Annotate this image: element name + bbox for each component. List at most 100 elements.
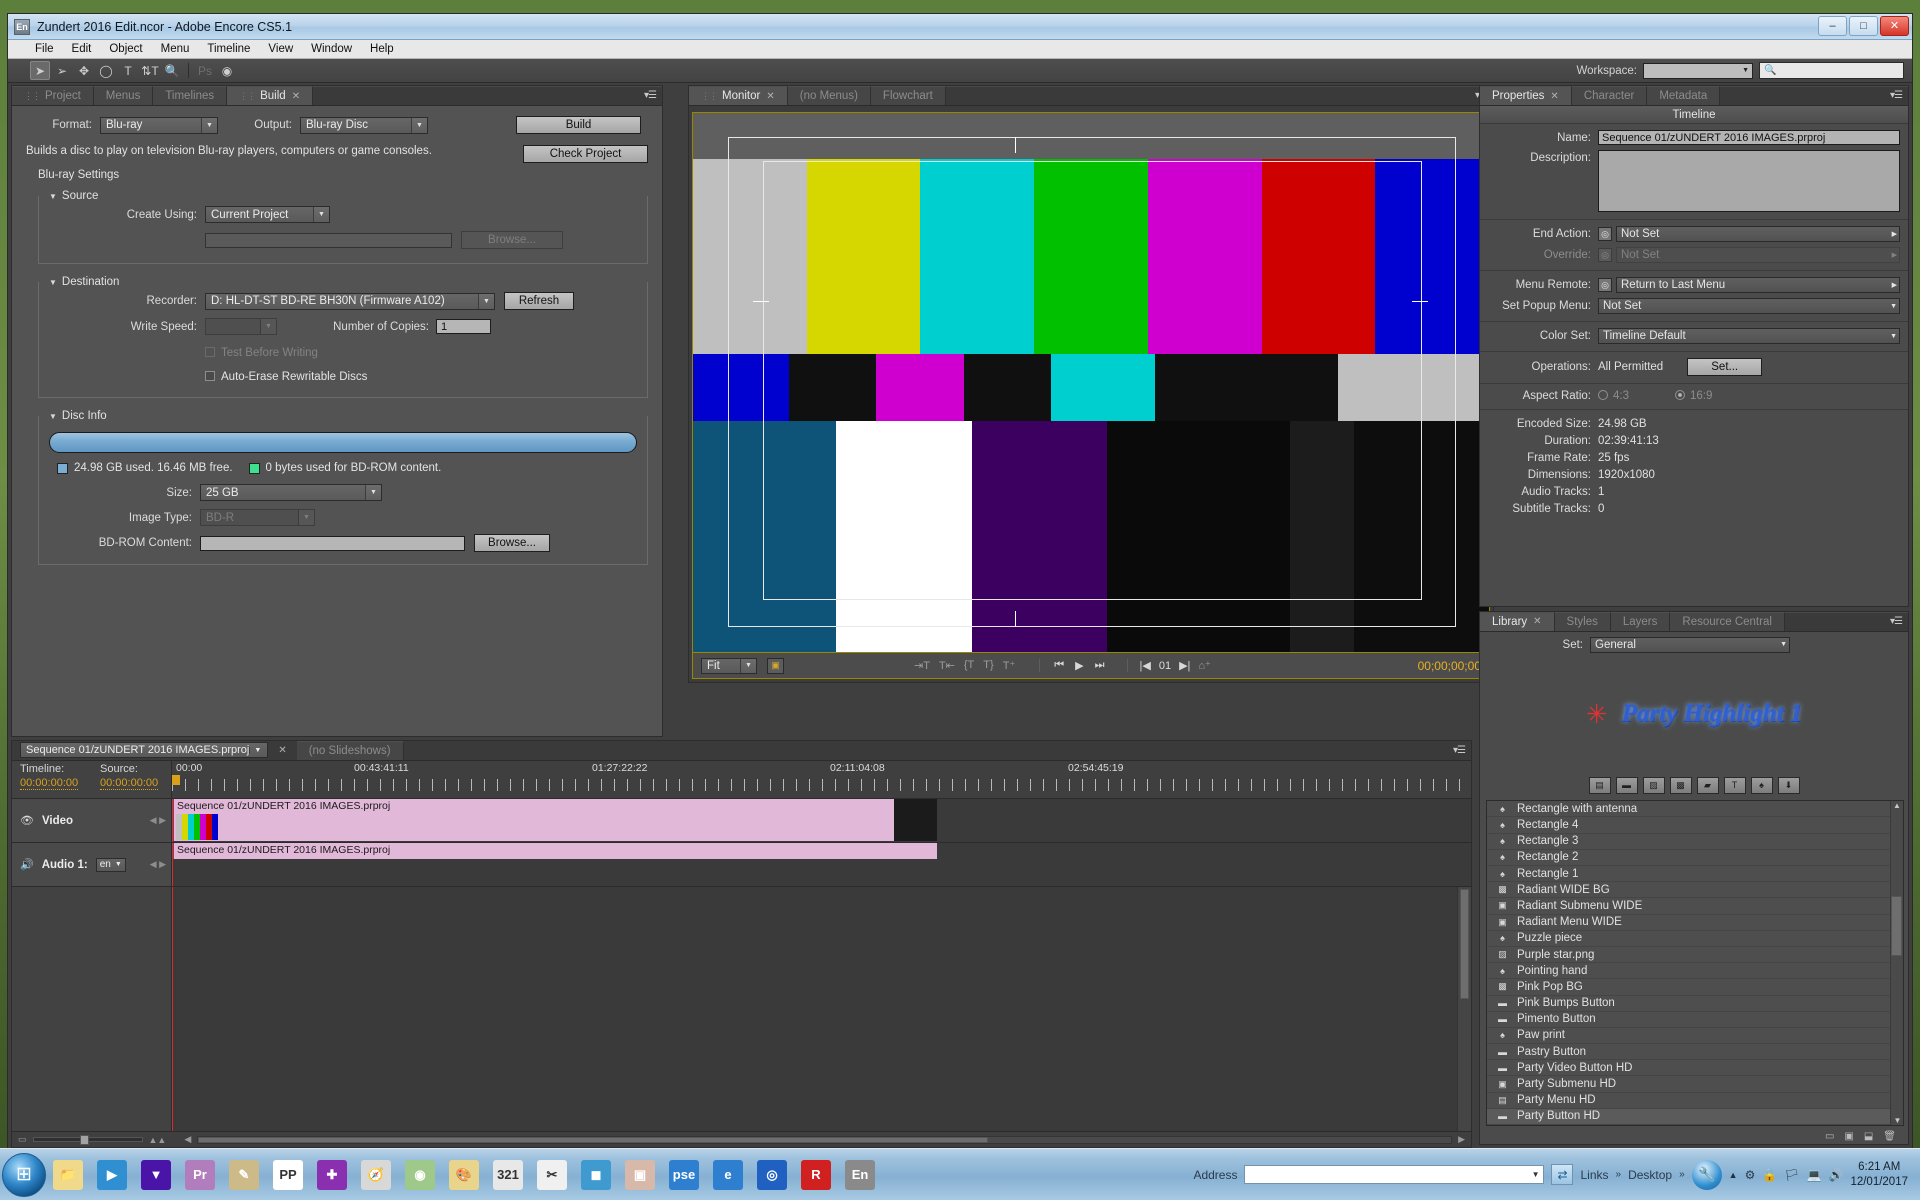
- step-forward-icon[interactable]: ⏭: [1095, 659, 1105, 672]
- menu-view[interactable]: View: [259, 41, 302, 57]
- taskbar-disc-app-button[interactable]: ◉: [398, 1153, 442, 1197]
- chapter-prev-icon[interactable]: |◀: [1140, 659, 1151, 672]
- links-chevron-icon[interactable]: »: [1616, 1169, 1622, 1180]
- background-icon[interactable]: ▩: [1669, 776, 1692, 794]
- menu-file[interactable]: File: [26, 41, 63, 57]
- tab-menus[interactable]: Menus: [93, 86, 154, 105]
- menu-remote-select[interactable]: Return to Last Menu ▶: [1616, 277, 1900, 293]
- panel-menu-icon[interactable]: ▾☰: [644, 90, 657, 101]
- start-button[interactable]: ⊞: [2, 1152, 46, 1197]
- library-list-item[interactable]: ♠ Rectangle 1: [1487, 866, 1903, 883]
- security-tray-icon[interactable]: 🔒: [1762, 1168, 1777, 1182]
- links-label[interactable]: Links: [1580, 1168, 1608, 1182]
- taskbar-camera-app-button[interactable]: ◎: [750, 1153, 794, 1197]
- library-list-item[interactable]: ▣ Radiant Menu WIDE: [1487, 915, 1903, 931]
- menu-timeline[interactable]: Timeline: [198, 41, 259, 57]
- menu-window[interactable]: Window: [302, 41, 361, 57]
- taskbar-film-app-button[interactable]: ◼: [574, 1153, 618, 1197]
- new-item-icon[interactable]: ▣: [1844, 1131, 1853, 1142]
- hscroll-left-icon[interactable]: ◀: [184, 1134, 191, 1145]
- taskbar-video-321-app-button[interactable]: 321: [486, 1153, 530, 1197]
- library-list-item[interactable]: ♠ Rectangle 4: [1487, 817, 1903, 834]
- set-popup-select[interactable]: Not Set ▼: [1598, 298, 1900, 314]
- color-set-select[interactable]: Timeline Default ▼: [1598, 328, 1900, 344]
- taskbar-palette-app-button[interactable]: 🎨: [442, 1153, 486, 1197]
- create-using-select[interactable]: Current Project ▼: [205, 206, 330, 223]
- close-icon[interactable]: ✕: [292, 91, 300, 102]
- timeline-tab-close-icon[interactable]: ✕: [268, 741, 296, 760]
- size-select[interactable]: 25 GB ▼: [200, 484, 382, 501]
- library-list-item[interactable]: ♠ Rectangle 3: [1487, 834, 1903, 850]
- taskbar-premiere-pro-button[interactable]: Pr: [178, 1153, 222, 1197]
- tab-metadata[interactable]: Metadata: [1647, 86, 1721, 105]
- hscroll-right-icon[interactable]: ▶: [1458, 1134, 1465, 1145]
- library-scroll-thumb[interactable]: [1891, 896, 1902, 957]
- library-list-item[interactable]: ▩ Radiant WIDE BG: [1487, 882, 1903, 899]
- tab-library[interactable]: Library ✕: [1480, 611, 1555, 631]
- library-list-item[interactable]: ♠ Puzzle piece: [1487, 931, 1903, 947]
- taskbar-photoshop-elements-button[interactable]: pse: [662, 1153, 706, 1197]
- taskbar-download-app-button[interactable]: ▼: [134, 1153, 178, 1197]
- tab-no-menus[interactable]: (no Menus): [787, 86, 871, 105]
- taskbar-plus-app-button[interactable]: ✚: [310, 1153, 354, 1197]
- hscroll-thumb[interactable]: [198, 1136, 989, 1143]
- timeline-vertical-scrollbar[interactable]: [1457, 887, 1471, 1131]
- taskbar-encore-app-button[interactable]: En: [838, 1153, 882, 1197]
- timeline-ruler[interactable]: 00:00 00:43:41:11 01:27:22:22 02:11:04:0…: [172, 761, 1471, 798]
- subtitle-prev-icon[interactable]: ⇥T: [914, 659, 930, 672]
- taskbar-explorer-e-button[interactable]: e: [706, 1153, 750, 1197]
- name-input[interactable]: Sequence 01/zUNDERT 2016 IMAGES.prproj: [1598, 130, 1900, 145]
- safe-margins-icon[interactable]: ▣: [767, 657, 784, 674]
- tab-properties[interactable]: Properties ✕: [1480, 86, 1572, 105]
- step-back-icon[interactable]: ⏮: [1054, 659, 1064, 672]
- video-track-header[interactable]: 👁 Video ◀ ▶: [12, 799, 172, 842]
- new-menu-icon[interactable]: ▭: [1825, 1131, 1834, 1142]
- timeline-horizontal-scrollbar[interactable]: [197, 1135, 1453, 1144]
- library-list-item[interactable]: ▣ Party Submenu HD: [1487, 1076, 1903, 1093]
- library-list-item[interactable]: ▬ Pastry Button: [1487, 1044, 1903, 1061]
- audio-track-header[interactable]: 🔊 Audio 1: en ▼ ◀ ▶: [12, 843, 172, 886]
- refresh-button[interactable]: Refresh: [504, 292, 574, 310]
- close-icon[interactable]: ✕: [1550, 91, 1558, 102]
- menu-menu[interactable]: Menu: [152, 41, 199, 57]
- source-path-input[interactable]: [205, 232, 452, 248]
- arrow-select-icon[interactable]: ➤: [30, 61, 50, 80]
- tab-build[interactable]: ⋮⋮ Build ✕: [227, 86, 314, 105]
- zoom-slider-thumb[interactable]: [79, 1135, 89, 1145]
- library-scrollbar[interactable]: ▲ ▼: [1890, 801, 1903, 1125]
- playhead-marker[interactable]: [172, 775, 180, 785]
- library-list-item[interactable]: ♠ Rectangle with antenna: [1487, 801, 1903, 818]
- library-list-item[interactable]: ▬ Pimento Button: [1487, 1012, 1903, 1028]
- taskbar-r-app-button[interactable]: R: [794, 1153, 838, 1197]
- track-nav-arrows[interactable]: ◀ ▶: [150, 859, 171, 870]
- timeline-canvas[interactable]: [172, 887, 1457, 1131]
- library-list-item[interactable]: ▤ Party Menu HD: [1487, 1093, 1903, 1109]
- button-icon[interactable]: ▬: [1615, 776, 1638, 794]
- zoom-level-select[interactable]: Fit ▼: [701, 657, 757, 674]
- help-search-input[interactable]: 🔍: [1759, 62, 1904, 79]
- taskbar-media-player-button[interactable]: ▶: [90, 1153, 134, 1197]
- library-list-item[interactable]: ▬ Party Button HD: [1487, 1108, 1903, 1125]
- source-tc-value[interactable]: 00:00:00:00: [100, 777, 159, 790]
- subtitle-add-icon[interactable]: T⁺: [1003, 659, 1016, 672]
- subtitle-end-icon[interactable]: T}: [983, 659, 993, 672]
- source-legend[interactable]: ▼ Source: [47, 190, 104, 202]
- tab-layers[interactable]: Layers: [1610, 611, 1671, 631]
- scroll-up-icon[interactable]: ▲: [1891, 801, 1903, 810]
- link-target-icon[interactable]: ◎: [1598, 227, 1612, 241]
- format-select[interactable]: Blu-ray ▼: [100, 116, 218, 134]
- panel-menu-icon[interactable]: ▾☰: [1890, 616, 1903, 627]
- show-hidden-icons-arrow[interactable]: ▲: [1729, 1170, 1738, 1180]
- recorder-select[interactable]: D: HL-DT-ST BD-RE BH30N (Firmware A102) …: [205, 292, 495, 310]
- menu-icon[interactable]: ▤: [1588, 776, 1611, 794]
- library-list-item[interactable]: ♠ Pointing hand: [1487, 963, 1903, 980]
- library-list-item[interactable]: ▬ Pink Bumps Button: [1487, 996, 1903, 1012]
- minimize-button[interactable]: –: [1818, 16, 1847, 36]
- text-tool-icon[interactable]: T: [118, 61, 138, 80]
- move-tool-icon[interactable]: ✥: [74, 61, 94, 80]
- address-input[interactable]: ▼: [1244, 1165, 1545, 1184]
- speaker-icon[interactable]: 🔊: [20, 858, 34, 871]
- library-item-list[interactable]: ♠ Rectangle with antenna ♠ Rectangle 4 ♠ Rect…: [1486, 800, 1904, 1126]
- audio-track-area[interactable]: Sequence 01/zUNDERT 2016 IMAGES.prproj: [172, 843, 1471, 886]
- monitor-stage[interactable]: [692, 112, 1490, 653]
